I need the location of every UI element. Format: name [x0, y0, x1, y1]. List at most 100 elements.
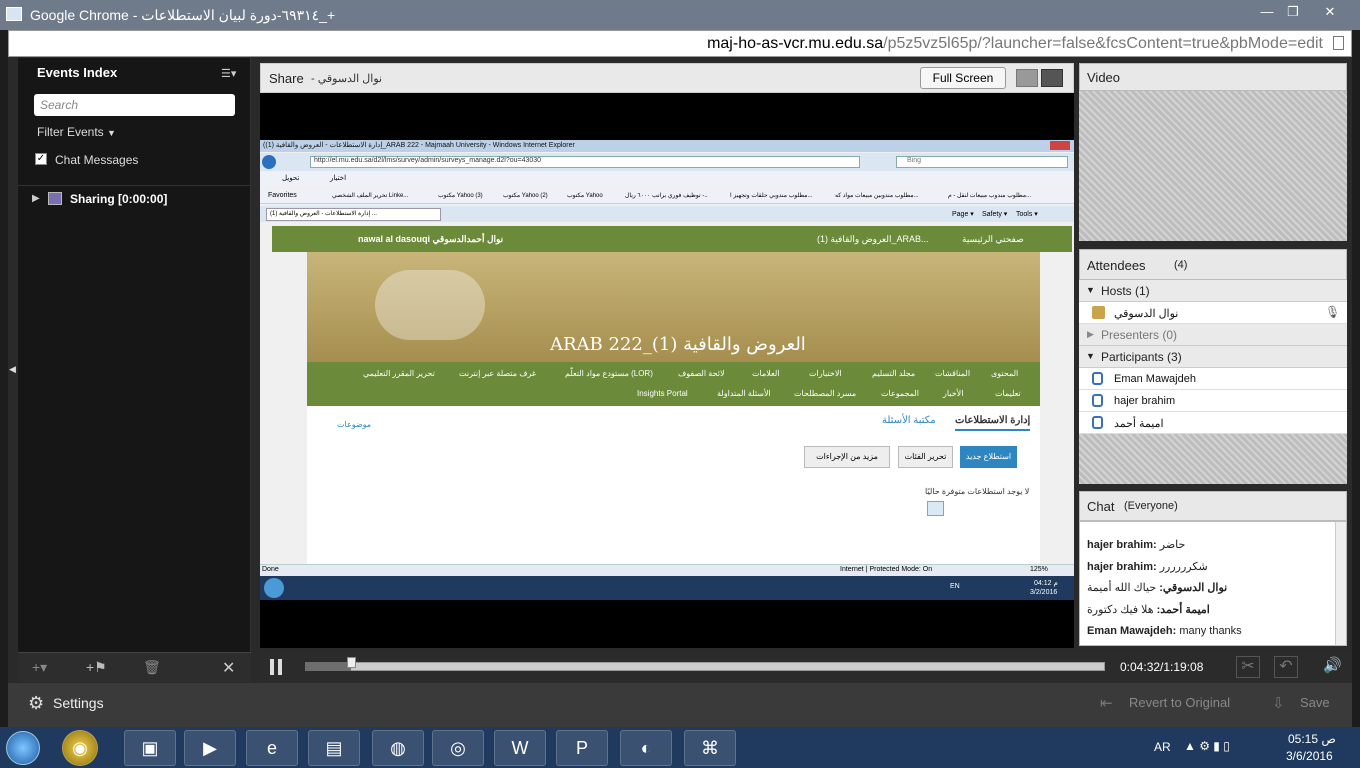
- participant-row[interactable]: Eman Mawajdeh: [1079, 368, 1347, 390]
- new-survey-button[interactable]: استطلاع جديد: [960, 446, 1017, 468]
- favorites-label[interactable]: Favorites: [268, 192, 297, 199]
- taskbar-word-icon[interactable]: W: [494, 730, 546, 766]
- add-filter-icon[interactable]: +▾: [32, 659, 47, 676]
- topics-link[interactable]: موضوعات: [337, 420, 371, 429]
- taskbar-firefox-icon[interactable]: ◍: [372, 730, 424, 766]
- volume-icon[interactable]: 🔊: [1323, 656, 1342, 674]
- revert-button[interactable]: Revert to Original: [1129, 695, 1230, 710]
- sharing-event[interactable]: Sharing [0:00:00]: [70, 192, 167, 206]
- ie-tab[interactable]: (إدارة الاستطلاعات - العروض والقافية (1 …: [266, 208, 441, 221]
- seek-thumb[interactable]: [347, 657, 356, 668]
- settings-button[interactable]: Settings: [53, 695, 104, 711]
- fav-item[interactable]: مكتوب Yahoo (3): [438, 192, 483, 199]
- ie-search[interactable]: Bing: [896, 156, 1068, 168]
- nav-item[interactable]: المحتوى: [991, 369, 1018, 378]
- taskbar-app-icon[interactable]: ◉: [62, 730, 98, 766]
- fav-item[interactable]: توظيف فوري براتب ٦٠٠٠ ريال -..: [625, 192, 708, 199]
- nav-item[interactable]: العلامات: [752, 369, 780, 378]
- fav-item[interactable]: مكتوب Yahoo: [567, 192, 603, 199]
- taskbar-folder-icon[interactable]: ▤: [308, 730, 360, 766]
- microphone-icon[interactable]: 🎙: [1325, 305, 1340, 319]
- ie-page-menu[interactable]: Page ▾: [952, 210, 974, 218]
- back-icon[interactable]: [262, 155, 276, 169]
- tray-icons[interactable]: ▲ ⚙ ▮ ▯: [1184, 739, 1230, 753]
- tab-question-library[interactable]: مكتبة الأسئلة: [882, 415, 936, 426]
- start-button-icon[interactable]: [6, 731, 40, 765]
- chat-scrollbar[interactable]: [1335, 522, 1346, 645]
- add-bookmark-icon[interactable]: +⚑: [86, 659, 107, 676]
- nav-item[interactable]: غرف متصلة عبر إنترنت: [459, 369, 536, 378]
- taskbar-media-icon[interactable]: ▶: [184, 730, 236, 766]
- maximize-button[interactable]: ❐: [1280, 3, 1306, 21]
- nav-item[interactable]: المجموعات: [881, 389, 919, 398]
- taskbar-lang[interactable]: AR: [1154, 740, 1171, 754]
- fullscreen-button[interactable]: Full Screen: [920, 67, 1006, 89]
- chat-log[interactable]: hajer brahim: حاضر hajer brahim: شكررررر…: [1079, 521, 1347, 646]
- revert-icon[interactable]: ⇤: [1100, 694, 1113, 712]
- nav-item[interactable]: مستودع مواد التعلّم (LOR): [565, 369, 653, 378]
- more-actions-button[interactable]: مزيد من الإجراءات: [804, 446, 890, 468]
- view-normal-icon[interactable]: [1016, 69, 1038, 87]
- collapse-arrow-icon[interactable]: ◀: [9, 364, 16, 375]
- chat-messages-checkbox[interactable]: ✓: [35, 153, 47, 165]
- d2l-user[interactable]: nawal al dasouqi نوال أحمدالدسوقي: [358, 234, 503, 245]
- save-button[interactable]: Save: [1300, 695, 1330, 710]
- nav-item[interactable]: تحرير المقرر التعليمي: [363, 369, 435, 378]
- fav-item[interactable]: مكتوب Yahoo (2): [503, 192, 548, 199]
- hosts-section[interactable]: ▼ Hosts (1): [1079, 280, 1347, 302]
- ie-select[interactable]: اختيار: [330, 174, 346, 182]
- search-input[interactable]: Search: [34, 94, 235, 116]
- ie-url[interactable]: http://el.mu.edu.sa/d2l/lms/survey/admin…: [310, 156, 860, 168]
- filter-events-dropdown[interactable]: Filter Events ▼: [37, 125, 116, 139]
- view-fit-icon[interactable]: [1041, 69, 1063, 87]
- nav-item[interactable]: الاختبارات: [809, 369, 842, 378]
- fav-item[interactable]: مطلوب مندوبي حلقات وتجهيز ا...: [730, 192, 813, 199]
- status-zoom[interactable]: 125%: [1030, 566, 1048, 573]
- nav-item[interactable]: تعليمات: [995, 389, 1021, 398]
- fav-item[interactable]: مطلوب مندوبين مبيعات مواد كه...: [835, 192, 919, 199]
- trash-icon[interactable]: 🗑: [143, 659, 161, 676]
- undo-icon[interactable]: ↶: [1274, 656, 1298, 678]
- chat-sender: اميمة أحمد:: [1156, 604, 1210, 616]
- taskbar-connect-icon[interactable]: ◐: [620, 730, 672, 766]
- taskbar-powerpoint-icon[interactable]: P: [556, 730, 608, 766]
- tools-icon[interactable]: ✕: [222, 658, 235, 678]
- panel-menu-icon[interactable]: ☰▾: [221, 67, 236, 80]
- host-row[interactable]: نوال الدسوقي 🎙: [1079, 302, 1347, 324]
- seek-track[interactable]: [305, 662, 1105, 671]
- pause-icon[interactable]: [270, 659, 282, 675]
- nav-item[interactable]: لائحة الصفوف: [678, 369, 725, 378]
- gear-icon[interactable]: ⚙: [28, 693, 44, 714]
- participant-row[interactable]: hajer brahim: [1079, 390, 1347, 412]
- ie-safety-menu[interactable]: Safety ▾: [982, 210, 1007, 218]
- minimize-button[interactable]: —: [1254, 3, 1280, 21]
- participants-section[interactable]: ▼ Participants (3): [1079, 346, 1347, 368]
- nav-item[interactable]: المناقشات: [935, 369, 970, 378]
- save-icon[interactable]: ⇩: [1272, 694, 1285, 712]
- participant-row[interactable]: اميمة أحمد: [1079, 412, 1347, 434]
- nav-item[interactable]: Insights Portal: [637, 389, 688, 398]
- expand-arrow-icon[interactable]: ▶: [32, 193, 40, 204]
- nav-item[interactable]: الأسئلة المتداولة: [717, 389, 771, 398]
- fav-item[interactable]: تحرير الملف الشخصي Linke...: [332, 192, 408, 199]
- edit-categories-button[interactable]: تحرير الفئات: [898, 446, 953, 468]
- tab-manage-surveys[interactable]: إدارة الاستطلاعات: [955, 415, 1031, 431]
- nav-item[interactable]: مجلد التسليم: [872, 369, 915, 378]
- cut-icon[interactable]: ✂: [1236, 656, 1260, 678]
- ie-tools-menu[interactable]: Tools ▾: [1016, 210, 1038, 218]
- taskbar-camera-icon[interactable]: ▣: [124, 730, 176, 766]
- taskbar-chrome-icon[interactable]: ◎: [432, 730, 484, 766]
- ie-convert[interactable]: تحويل: [282, 174, 299, 182]
- d2l-home[interactable]: صفحتي الرئيسية: [962, 234, 1024, 245]
- address-bar[interactable]: maj-ho-as-vcr.mu.edu.sa/p5z5vz5l65p/?lau…: [8, 30, 1352, 57]
- d2l-breadcrumb[interactable]: العروض والقافية (1)_ARAB...: [817, 234, 929, 245]
- close-button[interactable]: ✕: [1316, 3, 1344, 21]
- nav-item[interactable]: الأخبار: [943, 389, 963, 398]
- taskbar-ie-icon[interactable]: e: [246, 730, 298, 766]
- nav-item[interactable]: مسرد المصطلحات: [794, 389, 856, 398]
- presenters-section[interactable]: ▶ Presenters (0): [1079, 324, 1347, 346]
- inner-start-icon[interactable]: [264, 578, 284, 598]
- taskbar-pdf-icon[interactable]: ⌘: [684, 730, 736, 766]
- fav-item[interactable]: مطلوب مندوب مبيعات لنقل - م...: [948, 192, 1031, 199]
- ie-close-icon[interactable]: [1050, 141, 1070, 150]
